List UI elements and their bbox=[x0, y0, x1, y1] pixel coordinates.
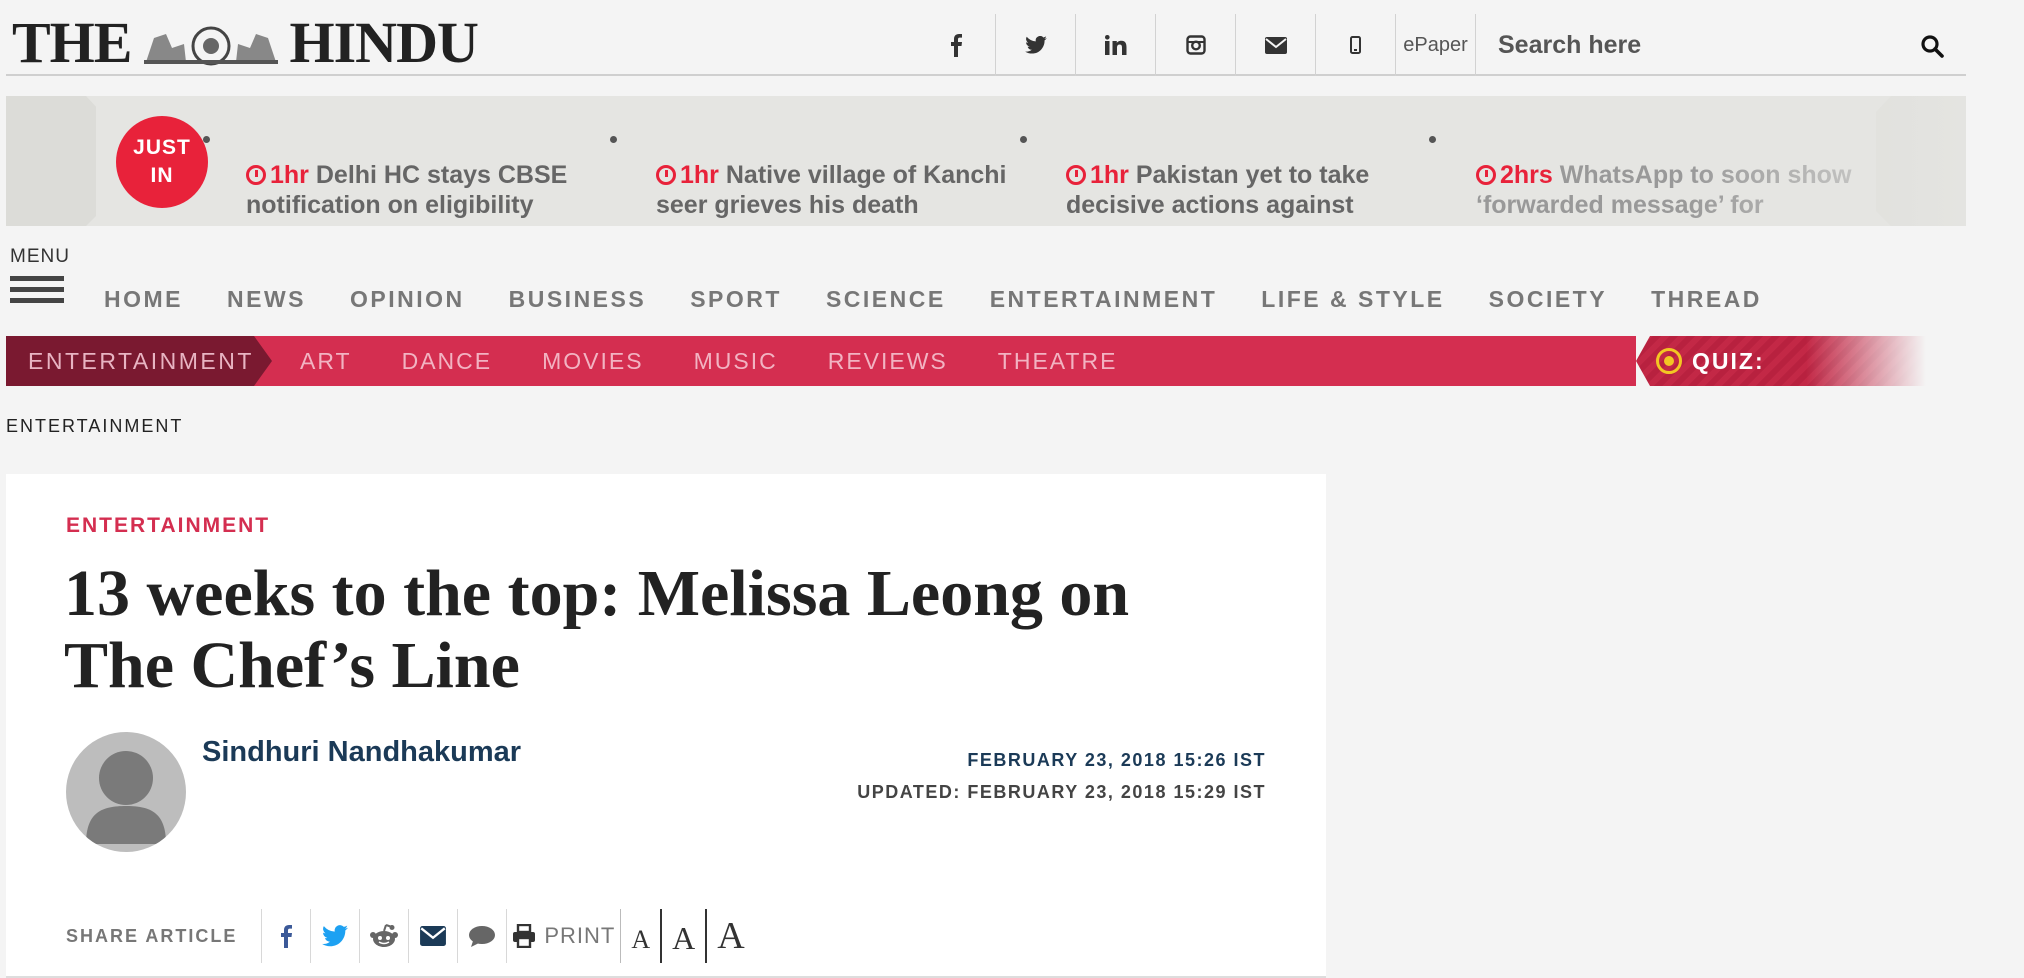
social-bar: ePaper bbox=[916, 14, 1476, 76]
quiz-tab[interactable]: QUIZ: bbox=[1636, 336, 1926, 386]
nav-item-entertainment[interactable]: ENTERTAINMENT bbox=[990, 286, 1218, 313]
nav-item-thread[interactable]: THREAD bbox=[1651, 286, 1762, 313]
article-headline: 13 weeks to the top: Melissa Leong on Th… bbox=[64, 558, 1264, 702]
search-icon[interactable] bbox=[1920, 34, 1944, 58]
facebook-icon[interactable] bbox=[916, 14, 996, 76]
font-size-medium-button[interactable]: A bbox=[660, 909, 705, 963]
nav-item-science[interactable]: SCIENCE bbox=[826, 286, 946, 313]
comment-icon[interactable] bbox=[457, 909, 506, 963]
search-input[interactable] bbox=[1476, 30, 1896, 60]
font-size-large-button[interactable]: A bbox=[705, 909, 754, 963]
just-in-badge-line1: JUST bbox=[133, 136, 191, 159]
share-reddit-icon[interactable] bbox=[359, 909, 408, 963]
share-twitter-icon[interactable] bbox=[310, 909, 359, 963]
main-nav: HOME NEWS OPINION BUSINESS SPORT SCIENCE… bbox=[104, 286, 1806, 313]
ticker-dot bbox=[203, 136, 210, 143]
nav-item-society[interactable]: SOCIETY bbox=[1489, 286, 1607, 313]
logo-text-hindu: HINDU bbox=[289, 9, 479, 75]
updated-date: UPDATED: FEBRUARY 23, 2018 15:29 IST bbox=[857, 782, 1266, 802]
mail-icon[interactable] bbox=[1236, 14, 1316, 76]
logo-emblem-icon bbox=[143, 26, 278, 66]
ticker-dot bbox=[1020, 136, 1027, 143]
ticker-dot bbox=[610, 136, 617, 143]
hamburger-menu-icon[interactable] bbox=[10, 276, 64, 312]
subnav-item-reviews[interactable]: REVIEWS bbox=[828, 348, 948, 375]
headline-line-2: The Chef’s Line bbox=[64, 629, 520, 702]
subnav-current-section[interactable]: ENTERTAINMENT bbox=[6, 336, 272, 386]
nav-item-business[interactable]: BUSINESS bbox=[509, 286, 647, 313]
just-in-badge-line2: IN bbox=[150, 164, 174, 187]
site-header: THE HINDU ePaper bbox=[6, 0, 1966, 76]
share-article-label: SHARE ARTICLE bbox=[66, 925, 238, 946]
nav-item-opinion[interactable]: OPINION bbox=[350, 286, 465, 313]
nav-item-sport[interactable]: SPORT bbox=[690, 286, 782, 313]
menu-label[interactable]: MENU bbox=[10, 246, 70, 268]
font-size-small-button[interactable]: A bbox=[620, 909, 660, 963]
section-subnav: ENTERTAINMENT ART DANCE MOVIES MUSIC REV… bbox=[6, 336, 1636, 386]
search-box bbox=[1476, 14, 1966, 76]
print-button[interactable]: PRINT bbox=[506, 909, 620, 963]
ticker-prev-arrow[interactable] bbox=[6, 96, 96, 226]
ticker-item-time: 1hr bbox=[1090, 161, 1129, 189]
headline-line-1: 13 weeks to the top: Melissa Leong on bbox=[64, 557, 1130, 630]
mobile-icon[interactable] bbox=[1316, 14, 1396, 76]
article-card: ENTERTAINMENT 13 weeks to the top: Melis… bbox=[6, 474, 1326, 978]
ticker-dot bbox=[1429, 136, 1436, 143]
quiz-label: QUIZ: bbox=[1692, 347, 1765, 374]
quiz-fade bbox=[1806, 336, 1926, 386]
published-date: FEBRUARY 23, 2018 15:26 IST bbox=[967, 750, 1266, 770]
person-icon bbox=[86, 751, 166, 844]
share-facebook-icon[interactable] bbox=[261, 909, 310, 963]
subnav-item-music[interactable]: MUSIC bbox=[694, 348, 778, 375]
ticker-item[interactable]: 1hr Pakistan yet to take decisive action… bbox=[1066, 160, 1446, 218]
nav-item-home[interactable]: HOME bbox=[104, 286, 183, 313]
subnav-item-theatre[interactable]: THEATRE bbox=[998, 348, 1118, 375]
just-in-ticker: JUST IN 1hr Delhi HC stays CBSE notifica… bbox=[6, 96, 1966, 226]
subnav-item-dance[interactable]: DANCE bbox=[402, 348, 493, 375]
clock-icon bbox=[246, 165, 266, 185]
twitter-icon[interactable] bbox=[996, 14, 1076, 76]
print-label: PRINT bbox=[544, 923, 616, 948]
ticker-item-time: 1hr bbox=[680, 161, 719, 189]
ticker-fade bbox=[1686, 96, 1966, 226]
breadcrumb[interactable]: ENTERTAINMENT bbox=[6, 416, 183, 437]
subnav-item-movies[interactable]: MOVIES bbox=[542, 348, 643, 375]
site-logo[interactable]: THE HINDU bbox=[12, 10, 479, 75]
nav-item-life-style[interactable]: LIFE & STYLE bbox=[1261, 286, 1444, 313]
linkedin-icon[interactable] bbox=[1076, 14, 1156, 76]
clock-icon bbox=[1476, 165, 1496, 185]
clock-icon bbox=[656, 165, 676, 185]
ticker-item[interactable]: 1hr Native village of Kanchi seer grieve… bbox=[656, 160, 1036, 218]
ticker-item-time: 1hr bbox=[270, 161, 309, 189]
share-email-icon[interactable] bbox=[408, 909, 457, 963]
author-name[interactable]: Sindhuri Nandhakumar bbox=[202, 736, 521, 769]
printer-icon bbox=[513, 924, 536, 948]
nav-item-news[interactable]: NEWS bbox=[227, 286, 306, 313]
target-icon bbox=[1656, 348, 1682, 374]
instagram-icon[interactable] bbox=[1156, 14, 1236, 76]
epaper-link[interactable]: ePaper bbox=[1396, 14, 1476, 76]
clock-icon bbox=[1066, 165, 1086, 185]
just-in-badge: JUST IN bbox=[116, 116, 208, 208]
article-dates: FEBRUARY 23, 2018 15:26 IST UPDATED: FEB… bbox=[857, 744, 1266, 808]
share-bar: SHARE ARTICLE PRINT A A A bbox=[66, 904, 755, 968]
article-kicker[interactable]: ENTERTAINMENT bbox=[66, 514, 270, 538]
logo-text-the: THE bbox=[12, 9, 132, 75]
subnav-item-art[interactable]: ART bbox=[300, 348, 352, 375]
ticker-item-time: 2hrs bbox=[1500, 161, 1553, 189]
author-avatar bbox=[66, 732, 186, 852]
ticker-item[interactable]: 1hr Delhi HC stays CBSE notification on … bbox=[246, 160, 626, 218]
